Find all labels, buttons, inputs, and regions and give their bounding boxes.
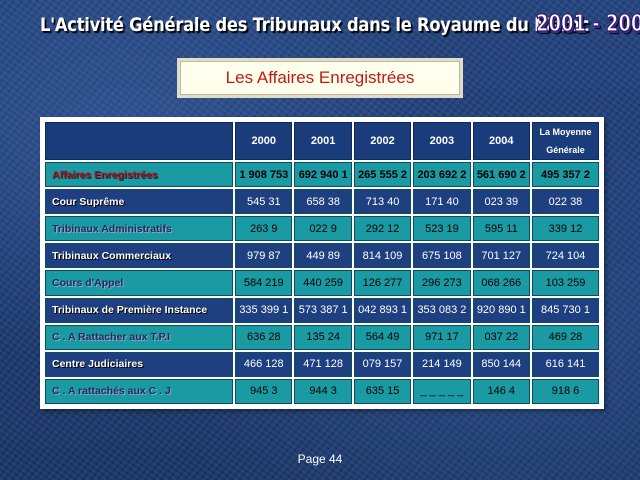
slide-title: L'Activité Générale des Tribunaux dans l… xyxy=(0,6,640,42)
row-label: Affaires Enregistrées xyxy=(45,162,234,188)
row-label: Tribinaux Administratifs xyxy=(45,216,234,242)
value-cell: 471 128 xyxy=(294,351,352,377)
value-cell: 146 4 xyxy=(472,378,530,404)
header-year-cell: 2003 xyxy=(413,122,471,160)
table-row: Cours d'Appel 584 219 440 259 126 277 29… xyxy=(45,270,599,296)
subtitle-text: Les Affaires Enregistrées xyxy=(225,68,415,87)
row-label: Centre Judiciaires xyxy=(45,351,234,377)
average-cell: 616 141 xyxy=(531,351,599,377)
value-cell: 353 083 2 xyxy=(413,297,471,323)
header-empty-cell xyxy=(45,122,234,160)
value-cell: 658 38 xyxy=(294,189,352,215)
title-main-text: L'Activité Générale des Tribunaux dans l… xyxy=(40,14,590,36)
value-cell: 263 9 xyxy=(235,216,293,242)
average-cell: 918 6 xyxy=(531,378,599,404)
header-average-cell: La Moyenne Générale xyxy=(531,122,599,160)
value-cell: 068 266 xyxy=(472,270,530,296)
value-cell: 635 15 xyxy=(353,378,412,404)
row-label: Tribinaux de Première Instance xyxy=(45,297,234,323)
table-row: Tribinaux de Première Instance 335 399 1… xyxy=(45,297,599,323)
value-cell: 636 28 xyxy=(235,324,293,350)
header-year-cell: 2001 xyxy=(294,122,352,160)
row-label: C . A Rattacher aux T.P.I xyxy=(45,324,234,350)
data-table: 2000 2001 2002 2003 2004 La Moyenne Géné… xyxy=(43,120,601,406)
average-cell: 845 730 1 xyxy=(531,297,599,323)
value-cell: 171 40 xyxy=(413,189,471,215)
value-cell: 466 128 xyxy=(235,351,293,377)
table-row: Affaires Enregistrées 1 908 753 692 940 … xyxy=(45,162,599,188)
value-cell: 292 12 xyxy=(353,216,412,242)
value-cell: 701 127 xyxy=(472,243,530,269)
value-cell: 814 109 xyxy=(353,243,412,269)
value-cell: 675 108 xyxy=(413,243,471,269)
average-cell: 724 104 xyxy=(531,243,599,269)
value-cell: 135 24 xyxy=(294,324,352,350)
value-cell: 440 259 xyxy=(294,270,352,296)
table-row: C . A rattachés aux C . J 945 3 944 3 63… xyxy=(45,378,599,404)
value-cell: 692 940 1 xyxy=(294,162,352,188)
header-average-line2: Générale xyxy=(546,145,585,155)
value-cell: 523 19 xyxy=(413,216,471,242)
value-cell: 944 3 xyxy=(294,378,352,404)
value-cell: 042 893 1 xyxy=(353,297,412,323)
header-year-cell: 2000 xyxy=(235,122,293,160)
table-row: Tribinaux Administratifs 263 9 022 9 292… xyxy=(45,216,599,242)
value-cell: 564 49 xyxy=(353,324,412,350)
header-year-cell: 2002 xyxy=(353,122,412,160)
value-cell: 713 40 xyxy=(353,189,412,215)
row-label: Cour Suprême xyxy=(45,189,234,215)
value-cell: 335 399 1 xyxy=(235,297,293,323)
average-cell: 339 12 xyxy=(531,216,599,242)
value-cell: 037 22 xyxy=(472,324,530,350)
table-row: Tribinaux Commerciaux 979 87 449 89 814 … xyxy=(45,243,599,269)
average-cell: 103 259 xyxy=(531,270,599,296)
row-label: Tribinaux Commerciaux xyxy=(45,243,234,269)
average-cell: 469 28 xyxy=(531,324,599,350)
value-cell: 979 87 xyxy=(235,243,293,269)
table-row: C . A Rattacher aux T.P.I 636 28 135 24 … xyxy=(45,324,599,350)
table-row: Centre Judiciaires 466 128 471 128 079 1… xyxy=(45,351,599,377)
value-cell: 079 157 xyxy=(353,351,412,377)
value-cell: 214 149 xyxy=(413,351,471,377)
table-header-row: 2000 2001 2002 2003 2004 La Moyenne Géné… xyxy=(45,122,599,160)
value-cell: 126 277 xyxy=(353,270,412,296)
header-year-cell: 2004 xyxy=(472,122,530,160)
average-cell: 022 38 xyxy=(531,189,599,215)
table-row: Cour Suprême 545 31 658 38 713 40 171 40… xyxy=(45,189,599,215)
data-table-frame: 2000 2001 2002 2003 2004 La Moyenne Géné… xyxy=(40,117,604,409)
value-cell: 920 890 1 xyxy=(472,297,530,323)
value-cell: 561 690 2 xyxy=(472,162,530,188)
value-cell: 203 692 2 xyxy=(413,162,471,188)
value-cell: 265 555 2 xyxy=(353,162,412,188)
value-cell: 584 219 xyxy=(235,270,293,296)
header-average-line1: La Moyenne xyxy=(539,127,592,137)
value-cell: 1 908 753 xyxy=(235,162,293,188)
subtitle-box: Les Affaires Enregistrées xyxy=(177,58,463,98)
value-cell: 850 144 xyxy=(472,351,530,377)
value-cell: 023 39 xyxy=(472,189,530,215)
value-cell: 296 273 xyxy=(413,270,471,296)
value-cell: _ _ _ _ _ xyxy=(413,378,471,404)
page-number: Page 44 xyxy=(297,452,343,466)
value-cell: 449 89 xyxy=(294,243,352,269)
value-cell: 545 31 xyxy=(235,189,293,215)
title-years-text: 2001 - 2004 xyxy=(536,10,640,37)
row-label: C . A rattachés aux C . J xyxy=(45,378,234,404)
value-cell: 022 9 xyxy=(294,216,352,242)
value-cell: 945 3 xyxy=(235,378,293,404)
value-cell: 595 11 xyxy=(472,216,530,242)
row-label: Cours d'Appel xyxy=(45,270,234,296)
average-cell: 495 357 2 xyxy=(531,162,599,188)
value-cell: 573 387 1 xyxy=(294,297,352,323)
value-cell: 971 17 xyxy=(413,324,471,350)
